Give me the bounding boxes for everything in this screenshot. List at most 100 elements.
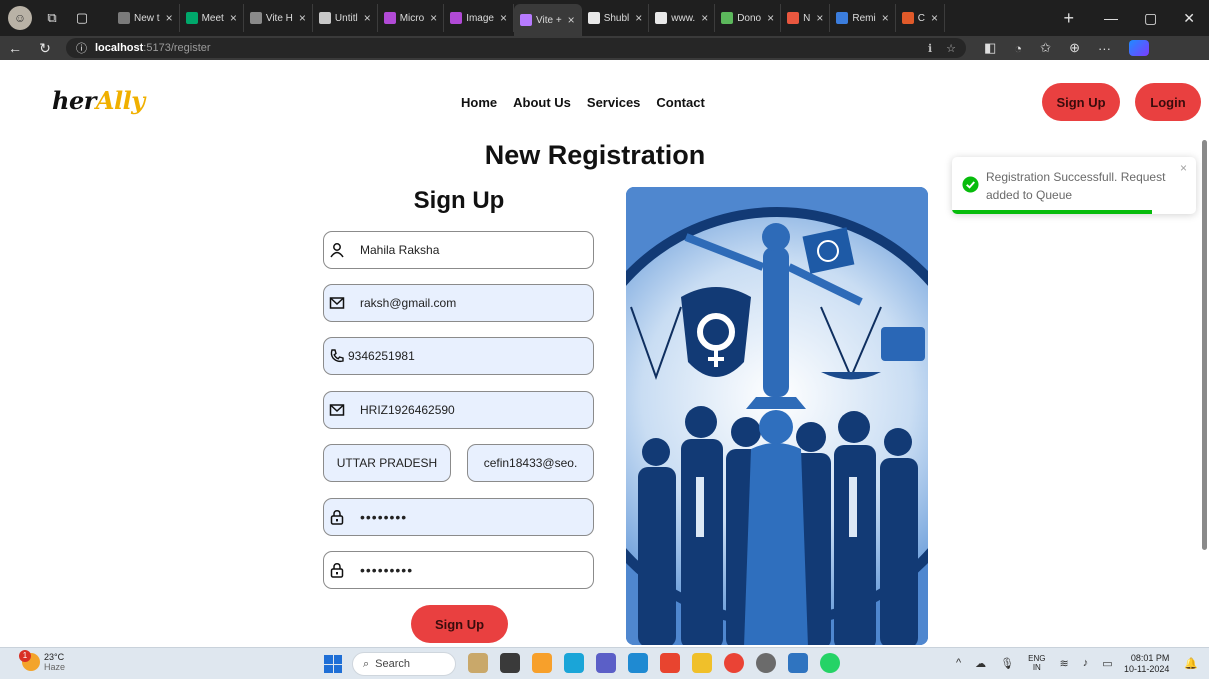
- split-screen-icon[interactable]: ◧: [984, 40, 996, 56]
- tab-close-icon[interactable]: ×: [299, 11, 306, 25]
- back-icon[interactable]: ←: [0, 40, 30, 56]
- alt-email-field[interactable]: [467, 444, 594, 482]
- chatgpt-icon[interactable]: [756, 653, 776, 673]
- site-logo[interactable]: herAlly: [52, 86, 145, 115]
- tab-close-icon[interactable]: ×: [568, 13, 575, 27]
- teams-icon[interactable]: [596, 653, 616, 673]
- phone-input[interactable]: [348, 349, 568, 363]
- name-input[interactable]: [360, 243, 580, 257]
- tab-close-icon[interactable]: ×: [931, 11, 938, 25]
- mic-icon[interactable]: 🎙: [1000, 657, 1014, 670]
- read-aloud-icon[interactable]: ℹ: [928, 42, 932, 55]
- battery-icon[interactable]: ▭: [1102, 657, 1112, 670]
- page-scrollbar[interactable]: [1202, 140, 1207, 550]
- state-field[interactable]: [323, 444, 451, 482]
- close-window-icon[interactable]: ✕: [1183, 10, 1195, 27]
- cloud-icon[interactable]: ☁: [975, 657, 986, 670]
- browser-tab[interactable]: Remi ×: [830, 4, 896, 32]
- confirm-password-field[interactable]: [323, 551, 594, 589]
- browser-tab[interactable]: Micro ×: [378, 4, 445, 32]
- phone-field[interactable]: [323, 337, 594, 375]
- refresh-icon[interactable]: ↻: [30, 40, 60, 57]
- chrome-icon[interactable]: [724, 653, 744, 673]
- tab-actions-icon[interactable]: ▢: [72, 8, 92, 28]
- taskbar-search[interactable]: ⌕ Search: [352, 652, 456, 676]
- browser-tab[interactable]: Dono ×: [715, 4, 782, 32]
- id-number-field[interactable]: [323, 391, 594, 429]
- wifi-icon[interactable]: ≋: [1059, 657, 1068, 670]
- windows-taskbar: 1 23°C Haze ⌕ Search ^ ☁ 🎙 ENGIN ≋ ♪ ▭: [0, 647, 1209, 679]
- tab-close-icon[interactable]: ×: [500, 11, 507, 25]
- browser-tab[interactable]: www. ×: [649, 4, 716, 32]
- favorites-icon[interactable]: ✩: [1040, 40, 1051, 56]
- browser-tab[interactable]: Shubl ×: [582, 4, 650, 32]
- app-icon[interactable]: [788, 653, 808, 673]
- confirm-password-input[interactable]: [360, 562, 580, 578]
- browser-tab[interactable]: N ×: [781, 4, 831, 32]
- whatsapp-icon[interactable]: [820, 653, 840, 673]
- tab-favicon-icon: [383, 12, 396, 24]
- name-field[interactable]: [323, 231, 594, 269]
- windows-start-icon[interactable]: [324, 655, 342, 673]
- new-tab-button[interactable]: +: [1054, 8, 1085, 29]
- tab-close-icon[interactable]: ×: [166, 11, 173, 25]
- notification-bell-icon[interactable]: 🔔: [1184, 657, 1198, 670]
- browser-tab[interactable]: Image ×: [444, 4, 514, 32]
- more-icon[interactable]: ···: [1098, 41, 1111, 56]
- browser-tab[interactable]: Untitl ×: [313, 4, 378, 32]
- browser-tab[interactable]: Meet ×: [180, 4, 244, 32]
- id-number-input[interactable]: [360, 403, 580, 417]
- edge-icon[interactable]: [564, 653, 584, 673]
- brave-icon[interactable]: [660, 653, 680, 673]
- favorite-star-icon[interactable]: ☆: [946, 42, 956, 55]
- volume-icon[interactable]: ♪: [1083, 657, 1089, 669]
- email-field[interactable]: [323, 284, 594, 322]
- minimize-icon[interactable]: —: [1104, 10, 1118, 27]
- file-explorer-icon[interactable]: [692, 653, 712, 673]
- submit-signup-button[interactable]: Sign Up: [411, 605, 508, 643]
- nav-about-us[interactable]: About Us: [513, 95, 571, 110]
- browser-tab[interactable]: Vite + ×: [514, 4, 582, 36]
- browser-tab[interactable]: C ×: [896, 4, 945, 32]
- tab-close-icon[interactable]: ×: [882, 11, 889, 25]
- tab-close-icon[interactable]: ×: [816, 11, 823, 25]
- nav-services[interactable]: Services: [587, 95, 641, 110]
- system-clock[interactable]: 08:01 PM 10-11-2024: [1124, 653, 1169, 675]
- password-field[interactable]: [323, 498, 594, 536]
- workspaces-icon[interactable]: ⧉: [42, 8, 62, 28]
- info-icon[interactable]: ⓘ: [76, 40, 87, 56]
- widgets-icon[interactable]: [468, 653, 488, 673]
- copilot-icon[interactable]: [1128, 40, 1149, 56]
- tab-close-icon[interactable]: ×: [701, 11, 708, 25]
- restore-icon[interactable]: ▢: [1144, 10, 1157, 27]
- weather-widget[interactable]: 1 23°C Haze: [19, 650, 65, 672]
- tab-close-icon[interactable]: ×: [635, 11, 642, 25]
- toast-close-icon[interactable]: ×: [1180, 161, 1187, 175]
- address-bar[interactable]: ⓘ localhost:5173/register ℹ ☆: [66, 38, 966, 58]
- photos-icon[interactable]: [532, 653, 552, 673]
- tab-close-icon[interactable]: ×: [364, 11, 371, 25]
- mail-icon: [326, 392, 348, 428]
- alt-email-input[interactable]: [468, 456, 593, 470]
- header-signup-button[interactable]: Sign Up: [1042, 83, 1120, 121]
- vscode-icon[interactable]: [628, 653, 648, 673]
- tab-label: Vite +: [536, 14, 562, 26]
- profile-avatar[interactable]: ☺: [8, 6, 32, 30]
- tab-label: Untitl: [334, 12, 358, 24]
- state-input[interactable]: [324, 456, 450, 470]
- header-login-button[interactable]: Login: [1135, 83, 1201, 121]
- browser-tab[interactable]: New t ×: [112, 4, 180, 32]
- nav-home[interactable]: Home: [461, 95, 497, 110]
- password-input[interactable]: [360, 509, 580, 525]
- tray-chevron-icon[interactable]: ^: [956, 657, 961, 669]
- extensions-icon[interactable]: ◔: [1014, 41, 1022, 56]
- tab-close-icon[interactable]: ×: [230, 11, 237, 25]
- tab-close-icon[interactable]: ×: [430, 11, 437, 25]
- browser-tab[interactable]: Vite H ×: [244, 4, 313, 32]
- email-input[interactable]: [360, 296, 580, 310]
- task-view-icon[interactable]: [500, 653, 520, 673]
- language-indicator[interactable]: ENG IN: [1028, 654, 1045, 672]
- collections-icon[interactable]: ⊕: [1069, 40, 1080, 56]
- nav-contact[interactable]: Contact: [656, 95, 704, 110]
- tab-close-icon[interactable]: ×: [767, 11, 774, 25]
